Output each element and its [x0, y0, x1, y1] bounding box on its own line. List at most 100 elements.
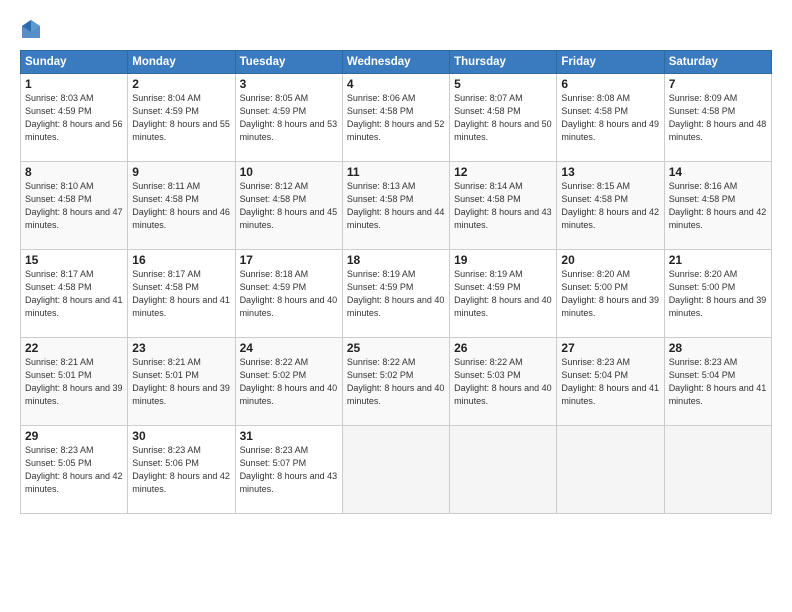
table-row	[664, 426, 771, 514]
day-info: Sunrise: 8:03 AMSunset: 4:59 PMDaylight:…	[25, 93, 123, 142]
calendar-week-1: 1 Sunrise: 8:03 AMSunset: 4:59 PMDayligh…	[21, 74, 772, 162]
day-info: Sunrise: 8:23 AMSunset: 5:05 PMDaylight:…	[25, 445, 123, 494]
day-number: 8	[25, 165, 123, 179]
day-info: Sunrise: 8:23 AMSunset: 5:06 PMDaylight:…	[132, 445, 230, 494]
table-row: 23 Sunrise: 8:21 AMSunset: 5:01 PMDaylig…	[128, 338, 235, 426]
day-info: Sunrise: 8:22 AMSunset: 5:02 PMDaylight:…	[240, 357, 338, 406]
day-info: Sunrise: 8:14 AMSunset: 4:58 PMDaylight:…	[454, 181, 552, 230]
table-row: 1 Sunrise: 8:03 AMSunset: 4:59 PMDayligh…	[21, 74, 128, 162]
day-number: 22	[25, 341, 123, 355]
day-info: Sunrise: 8:19 AMSunset: 4:59 PMDaylight:…	[347, 269, 445, 318]
table-row: 28 Sunrise: 8:23 AMSunset: 5:04 PMDaylig…	[664, 338, 771, 426]
table-row: 15 Sunrise: 8:17 AMSunset: 4:58 PMDaylig…	[21, 250, 128, 338]
table-row: 17 Sunrise: 8:18 AMSunset: 4:59 PMDaylig…	[235, 250, 342, 338]
weekday-header-monday: Monday	[128, 51, 235, 74]
table-row: 7 Sunrise: 8:09 AMSunset: 4:58 PMDayligh…	[664, 74, 771, 162]
weekday-header-saturday: Saturday	[664, 51, 771, 74]
table-row: 19 Sunrise: 8:19 AMSunset: 4:59 PMDaylig…	[450, 250, 557, 338]
table-row: 20 Sunrise: 8:20 AMSunset: 5:00 PMDaylig…	[557, 250, 664, 338]
table-row: 6 Sunrise: 8:08 AMSunset: 4:58 PMDayligh…	[557, 74, 664, 162]
table-row: 3 Sunrise: 8:05 AMSunset: 4:59 PMDayligh…	[235, 74, 342, 162]
table-row: 5 Sunrise: 8:07 AMSunset: 4:58 PMDayligh…	[450, 74, 557, 162]
day-number: 31	[240, 429, 338, 443]
day-number: 28	[669, 341, 767, 355]
day-number: 24	[240, 341, 338, 355]
day-info: Sunrise: 8:18 AMSunset: 4:59 PMDaylight:…	[240, 269, 338, 318]
day-number: 11	[347, 165, 445, 179]
day-number: 12	[454, 165, 552, 179]
day-info: Sunrise: 8:23 AMSunset: 5:04 PMDaylight:…	[561, 357, 659, 406]
logo	[20, 18, 44, 40]
day-number: 18	[347, 253, 445, 267]
table-row: 29 Sunrise: 8:23 AMSunset: 5:05 PMDaylig…	[21, 426, 128, 514]
day-number: 10	[240, 165, 338, 179]
table-row: 24 Sunrise: 8:22 AMSunset: 5:02 PMDaylig…	[235, 338, 342, 426]
table-row: 25 Sunrise: 8:22 AMSunset: 5:02 PMDaylig…	[342, 338, 449, 426]
day-info: Sunrise: 8:09 AMSunset: 4:58 PMDaylight:…	[669, 93, 767, 142]
day-number: 30	[132, 429, 230, 443]
weekday-header-row: SundayMondayTuesdayWednesdayThursdayFrid…	[21, 51, 772, 74]
day-number: 7	[669, 77, 767, 91]
day-number: 27	[561, 341, 659, 355]
day-number: 17	[240, 253, 338, 267]
day-info: Sunrise: 8:04 AMSunset: 4:59 PMDaylight:…	[132, 93, 230, 142]
day-number: 25	[347, 341, 445, 355]
day-info: Sunrise: 8:07 AMSunset: 4:58 PMDaylight:…	[454, 93, 552, 142]
calendar-body: 1 Sunrise: 8:03 AMSunset: 4:59 PMDayligh…	[21, 74, 772, 514]
day-info: Sunrise: 8:21 AMSunset: 5:01 PMDaylight:…	[25, 357, 123, 406]
table-row: 10 Sunrise: 8:12 AMSunset: 4:58 PMDaylig…	[235, 162, 342, 250]
day-info: Sunrise: 8:22 AMSunset: 5:03 PMDaylight:…	[454, 357, 552, 406]
day-info: Sunrise: 8:12 AMSunset: 4:58 PMDaylight:…	[240, 181, 338, 230]
day-info: Sunrise: 8:16 AMSunset: 4:58 PMDaylight:…	[669, 181, 767, 230]
day-info: Sunrise: 8:19 AMSunset: 4:59 PMDaylight:…	[454, 269, 552, 318]
table-row: 26 Sunrise: 8:22 AMSunset: 5:03 PMDaylig…	[450, 338, 557, 426]
day-number: 13	[561, 165, 659, 179]
day-info: Sunrise: 8:23 AMSunset: 5:07 PMDaylight:…	[240, 445, 338, 494]
day-number: 3	[240, 77, 338, 91]
table-row: 8 Sunrise: 8:10 AMSunset: 4:58 PMDayligh…	[21, 162, 128, 250]
day-info: Sunrise: 8:06 AMSunset: 4:58 PMDaylight:…	[347, 93, 445, 142]
day-number: 2	[132, 77, 230, 91]
weekday-header-friday: Friday	[557, 51, 664, 74]
day-info: Sunrise: 8:17 AMSunset: 4:58 PMDaylight:…	[132, 269, 230, 318]
weekday-header-wednesday: Wednesday	[342, 51, 449, 74]
day-info: Sunrise: 8:15 AMSunset: 4:58 PMDaylight:…	[561, 181, 659, 230]
day-info: Sunrise: 8:20 AMSunset: 5:00 PMDaylight:…	[561, 269, 659, 318]
day-number: 29	[25, 429, 123, 443]
table-row: 31 Sunrise: 8:23 AMSunset: 5:07 PMDaylig…	[235, 426, 342, 514]
table-row: 2 Sunrise: 8:04 AMSunset: 4:59 PMDayligh…	[128, 74, 235, 162]
day-info: Sunrise: 8:10 AMSunset: 4:58 PMDaylight:…	[25, 181, 123, 230]
table-row: 30 Sunrise: 8:23 AMSunset: 5:06 PMDaylig…	[128, 426, 235, 514]
calendar-week-2: 8 Sunrise: 8:10 AMSunset: 4:58 PMDayligh…	[21, 162, 772, 250]
table-row: 14 Sunrise: 8:16 AMSunset: 4:58 PMDaylig…	[664, 162, 771, 250]
day-number: 6	[561, 77, 659, 91]
day-number: 15	[25, 253, 123, 267]
day-number: 19	[454, 253, 552, 267]
day-info: Sunrise: 8:22 AMSunset: 5:02 PMDaylight:…	[347, 357, 445, 406]
table-row	[450, 426, 557, 514]
table-row: 21 Sunrise: 8:20 AMSunset: 5:00 PMDaylig…	[664, 250, 771, 338]
calendar-week-4: 22 Sunrise: 8:21 AMSunset: 5:01 PMDaylig…	[21, 338, 772, 426]
calendar-week-5: 29 Sunrise: 8:23 AMSunset: 5:05 PMDaylig…	[21, 426, 772, 514]
table-row: 9 Sunrise: 8:11 AMSunset: 4:58 PMDayligh…	[128, 162, 235, 250]
weekday-header-tuesday: Tuesday	[235, 51, 342, 74]
day-number: 20	[561, 253, 659, 267]
day-info: Sunrise: 8:23 AMSunset: 5:04 PMDaylight:…	[669, 357, 767, 406]
calendar-table: SundayMondayTuesdayWednesdayThursdayFrid…	[20, 50, 772, 514]
generalblue-icon	[20, 18, 42, 40]
page: SundayMondayTuesdayWednesdayThursdayFrid…	[0, 0, 792, 612]
calendar-week-3: 15 Sunrise: 8:17 AMSunset: 4:58 PMDaylig…	[21, 250, 772, 338]
day-number: 4	[347, 77, 445, 91]
header	[20, 18, 772, 40]
day-info: Sunrise: 8:08 AMSunset: 4:58 PMDaylight:…	[561, 93, 659, 142]
day-number: 21	[669, 253, 767, 267]
table-row: 13 Sunrise: 8:15 AMSunset: 4:58 PMDaylig…	[557, 162, 664, 250]
weekday-header-sunday: Sunday	[21, 51, 128, 74]
day-number: 9	[132, 165, 230, 179]
day-number: 26	[454, 341, 552, 355]
day-info: Sunrise: 8:20 AMSunset: 5:00 PMDaylight:…	[669, 269, 767, 318]
table-row: 12 Sunrise: 8:14 AMSunset: 4:58 PMDaylig…	[450, 162, 557, 250]
day-info: Sunrise: 8:21 AMSunset: 5:01 PMDaylight:…	[132, 357, 230, 406]
table-row: 27 Sunrise: 8:23 AMSunset: 5:04 PMDaylig…	[557, 338, 664, 426]
table-row: 16 Sunrise: 8:17 AMSunset: 4:58 PMDaylig…	[128, 250, 235, 338]
